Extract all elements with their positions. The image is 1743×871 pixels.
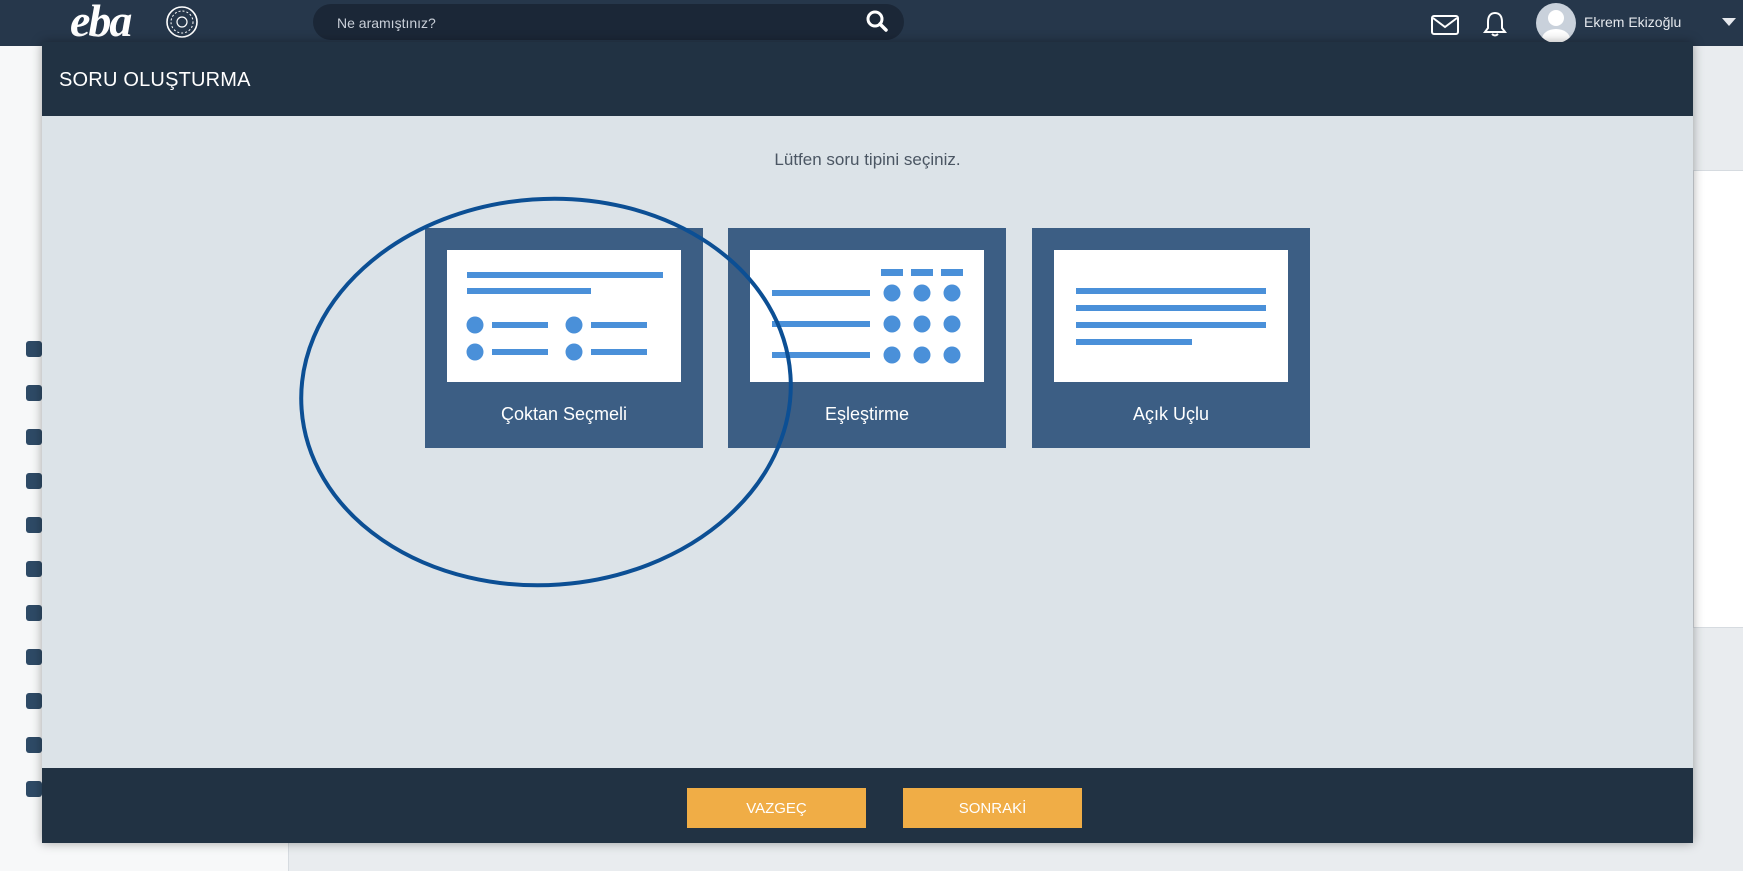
matching-icon [750, 250, 984, 382]
play-icon [26, 385, 42, 401]
search-input[interactable] [335, 10, 859, 36]
chevron-down-icon[interactable] [1722, 18, 1736, 26]
user-avatar-icon [1542, 10, 1570, 43]
card-matching[interactable]: Eşleştirme [728, 228, 1006, 448]
user-icon [26, 341, 42, 357]
search-icon[interactable] [864, 8, 890, 34]
modal-title: SORU OLUŞTURMA [59, 69, 251, 91]
next-button[interactable]: SONRAKİ [903, 788, 1082, 828]
user-name[interactable]: Ekrem Ekizoğlu [1584, 14, 1681, 30]
calendar-icon [26, 473, 42, 489]
card-label: Çoktan Seçmeli [500, 404, 628, 424]
question-create-modal: SORU OLUŞTURMA Lütfen soru tipini seçini… [42, 42, 1693, 843]
open-ended-icon [1054, 250, 1288, 382]
card-open-ended[interactable]: Açık Uçlu [1032, 228, 1310, 448]
bell-icon[interactable] [1482, 10, 1508, 38]
multiple-choice-icon [447, 250, 681, 382]
folder-icon [26, 781, 42, 797]
eba-logo[interactable]: eba [70, 0, 132, 47]
background-panel [1693, 170, 1743, 628]
mail-icon[interactable] [1430, 14, 1460, 36]
ministry-seal-icon [166, 6, 198, 38]
card-multiple-choice[interactable]: Çoktan Seçmeli [425, 228, 703, 448]
group-icon [26, 693, 42, 709]
modal-footer [42, 768, 1693, 843]
graduation-cap-icon [26, 649, 42, 665]
user-settings-icon [26, 737, 42, 753]
cancel-button[interactable]: VAZGEÇ [687, 788, 866, 828]
instruction-text: Lütfen soru tipini seçiniz. [774, 150, 961, 169]
pencil-icon [26, 429, 42, 445]
pie-chart-icon [26, 605, 42, 621]
card-label: Eşleştirme [824, 404, 909, 424]
search-bar [313, 4, 904, 40]
card-label: Açık Uçlu [1132, 404, 1210, 424]
search-list-icon [26, 561, 42, 577]
modal-header: SORU OLUŞTURMA [42, 42, 1693, 116]
top-navigation-bar: eba Ekrem Ekizoğlu [0, 0, 1743, 46]
avatar[interactable] [1536, 3, 1576, 43]
list-icon [26, 517, 42, 533]
